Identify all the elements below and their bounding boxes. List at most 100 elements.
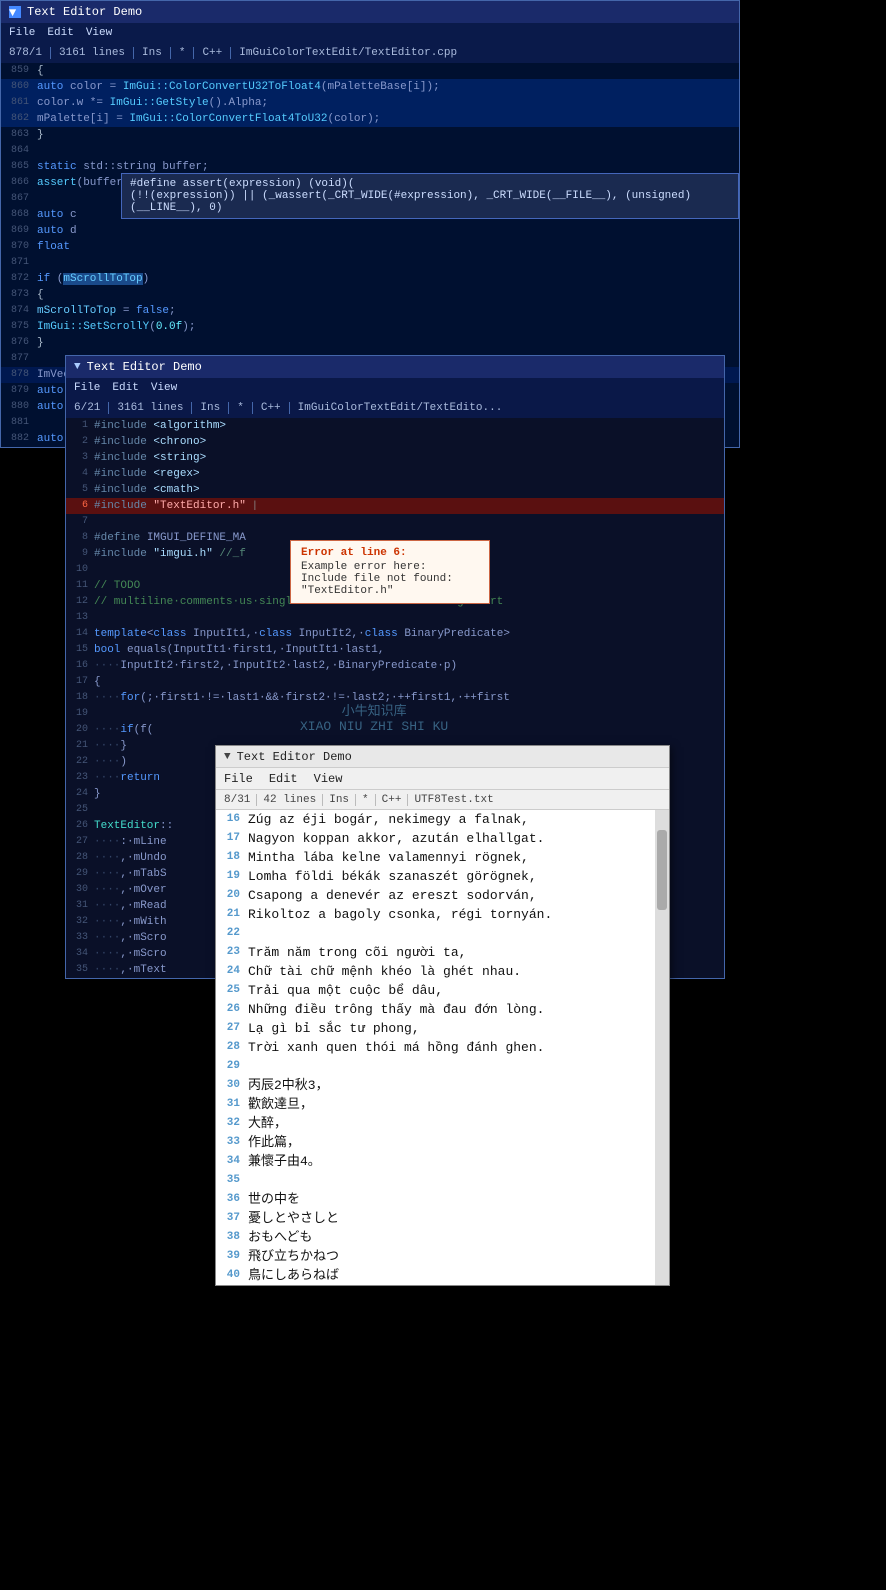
- w1-lines: 3161 lines: [59, 47, 134, 59]
- code-line: 861 color.w *= ImGui::GetStyle().Alpha;: [1, 95, 739, 111]
- w2-lang: C++: [261, 402, 290, 414]
- w2-code-line: 1#include <algorithm>: [66, 418, 724, 434]
- w2-code-line: 17{: [66, 674, 724, 690]
- tooltip-text: #define assert(expression) (void)((!!(ex…: [130, 178, 691, 214]
- window2-titlebar[interactable]: ▼ Text Editor Demo: [66, 356, 724, 378]
- utf8-line: 22: [216, 924, 655, 943]
- w1-pos: 878/1: [9, 47, 51, 59]
- utf8-line: 28Trời xanh quen thói má hồng đánh ghen.: [216, 1038, 655, 1057]
- error-line1: Example error here:: [301, 561, 479, 573]
- utf8-line: 25Trải qua một cuộc bể dâu,: [216, 981, 655, 1000]
- w2-code-line: 19: [66, 706, 724, 722]
- w1-mode: Ins: [142, 47, 171, 59]
- scrollbar[interactable]: [655, 810, 669, 1285]
- utf8-line: 26Những điều trông thấy mà đau đớn lòng.: [216, 1000, 655, 1019]
- window3-title: Text Editor Demo: [237, 750, 352, 764]
- w3-mode: Ins: [329, 794, 356, 806]
- w1-lang: C++: [202, 47, 231, 59]
- window1-titlebar[interactable]: ▼ Text Editor Demo: [1, 1, 739, 23]
- window3-titlebar[interactable]: ▼ Text Editor Demo: [216, 746, 669, 768]
- utf8-line: 34兼懷子由4。: [216, 1152, 655, 1171]
- utf8-line: 38おもへども: [216, 1228, 655, 1247]
- utf8-line: 16Zúg az éji bogár, nekimegy a falnak,: [216, 810, 655, 829]
- scrollbar-thumb[interactable]: [657, 830, 667, 910]
- code-line: 864: [1, 143, 739, 159]
- w2-code-line: 13: [66, 610, 724, 626]
- window3-icon: ▼: [224, 751, 231, 763]
- menu-view-2[interactable]: View: [151, 382, 177, 394]
- w2-file: ImGuiColorTextEdit/TextEdito...: [298, 402, 511, 414]
- code-line: 873 {: [1, 287, 739, 303]
- w2-code-line: 4#include <regex>: [66, 466, 724, 482]
- utf8-line: 39飛び立ちかねつ: [216, 1247, 655, 1266]
- code-line: 860 auto color = ImGui::ColorConvertU32T…: [1, 79, 739, 95]
- w2-flag: *: [237, 402, 253, 414]
- utf8-line: 32大醉，: [216, 1114, 655, 1133]
- tooltip-popup: #define assert(expression) (void)((!!(ex…: [121, 173, 739, 219]
- code-line: 863 }: [1, 127, 739, 143]
- utf8-line: 36世の中を: [216, 1190, 655, 1209]
- utf8-line: 33作此篇，: [216, 1133, 655, 1152]
- window1-menubar: File Edit View: [1, 23, 739, 43]
- w2-code-line: 14template<class InputIt1,·class InputIt…: [66, 626, 724, 642]
- utf8-line: 27Lạ gì bỉ sắc tư phong,: [216, 1019, 655, 1038]
- code-line: 862 mPalette[i] = ImGui::ColorConvertFlo…: [1, 111, 739, 127]
- window1-title: Text Editor Demo: [27, 5, 142, 19]
- menu-edit-1[interactable]: Edit: [47, 27, 73, 39]
- menu-file-2[interactable]: File: [74, 382, 100, 394]
- code-line: 876 }: [1, 335, 739, 351]
- w3-lang: C++: [382, 794, 409, 806]
- menu-file-1[interactable]: File: [9, 27, 35, 39]
- w2-lines: 3161 lines: [117, 402, 192, 414]
- utf8-line: 40鳥にしあらねば: [216, 1266, 655, 1285]
- w2-error-line: 6#include "TextEditor.h" |: [66, 498, 724, 514]
- utf8-line: 29: [216, 1057, 655, 1076]
- code-line: 875 ImGui::SetScrollY(0.0f);: [1, 319, 739, 335]
- utf8-line: 17Nagyon koppan akkor, azután elhallgat.: [216, 829, 655, 848]
- w1-flag: *: [179, 47, 195, 59]
- utf8-lines: 16Zúg az éji bogár, nekimegy a falnak,17…: [216, 810, 655, 1285]
- utf8-line: 30丙辰2中秋3，: [216, 1076, 655, 1095]
- utf8-line: 24Chữ tài chữ mệnh khéo là ghét nhau.: [216, 962, 655, 981]
- window3: ▼ Text Editor Demo File Edit View 8/31 4…: [215, 745, 670, 1286]
- w1-file: ImGuiColorTextEdit/TextEditor.cpp: [239, 47, 465, 59]
- w2-code-line: 5#include <cmath>: [66, 482, 724, 498]
- w3-flag: *: [362, 794, 376, 806]
- w2-code-line: 15bool equals(InputIt1·first1,·InputIt1·…: [66, 642, 724, 658]
- utf8-line: 37憂しとやさしと: [216, 1209, 655, 1228]
- window2-icon: ▼: [74, 361, 81, 373]
- error-title: Error at line 6:: [301, 547, 479, 559]
- w2-code-line: 18····for(;·first1·!=·last1·&&·first2·!=…: [66, 690, 724, 706]
- utf8-line: 18Mintha lába kelne valamennyi rögnek,: [216, 848, 655, 867]
- window2-statusbar: 6/21 3161 lines Ins * C++ ImGuiColorText…: [66, 398, 724, 418]
- window2-menubar: File Edit View: [66, 378, 724, 398]
- window3-text-area: 16Zúg az éji bogár, nekimegy a falnak,17…: [216, 810, 669, 1285]
- w2-code-line: 20····if(f(: [66, 722, 724, 738]
- window1-icon: ▼: [9, 6, 21, 18]
- window2-title: Text Editor Demo: [87, 360, 202, 374]
- w2-code-line: 3#include <string>: [66, 450, 724, 466]
- code-line: 869 auto d: [1, 223, 739, 239]
- menu-file-3[interactable]: File: [224, 772, 253, 786]
- w2-code-line: 7: [66, 514, 724, 530]
- utf8-line: 19Lomha földi békák szanaszét görögnek,: [216, 867, 655, 886]
- w2-code-line: 2#include <chrono>: [66, 434, 724, 450]
- code-line: 871: [1, 255, 739, 271]
- menu-edit-2[interactable]: Edit: [112, 382, 138, 394]
- utf8-line: 23Trăm năm trong cõi người ta,: [216, 943, 655, 962]
- w2-mode: Ins: [200, 402, 229, 414]
- code-line: 859 {: [1, 63, 739, 79]
- menu-view-3[interactable]: View: [314, 772, 343, 786]
- menu-view-1[interactable]: View: [86, 27, 112, 39]
- utf8-line: 31歡飲達旦，: [216, 1095, 655, 1114]
- window3-statusbar: 8/31 42 lines Ins * C++ UTF8Test.txt: [216, 790, 669, 810]
- code-line: 874 mScrollToTop = false;: [1, 303, 739, 319]
- w3-file: UTF8Test.txt: [414, 794, 499, 806]
- w2-code-line: 16····InputIt2·first2,·InputIt2·last2,·B…: [66, 658, 724, 674]
- window1-statusbar: 878/1 3161 lines Ins * C++ ImGuiColorTex…: [1, 43, 739, 63]
- error-popup: Error at line 6: Example error here: Inc…: [290, 540, 490, 604]
- window3-menubar: File Edit View: [216, 768, 669, 790]
- utf8-line: 35: [216, 1171, 655, 1190]
- w3-lines: 42 lines: [263, 794, 323, 806]
- menu-edit-3[interactable]: Edit: [269, 772, 298, 786]
